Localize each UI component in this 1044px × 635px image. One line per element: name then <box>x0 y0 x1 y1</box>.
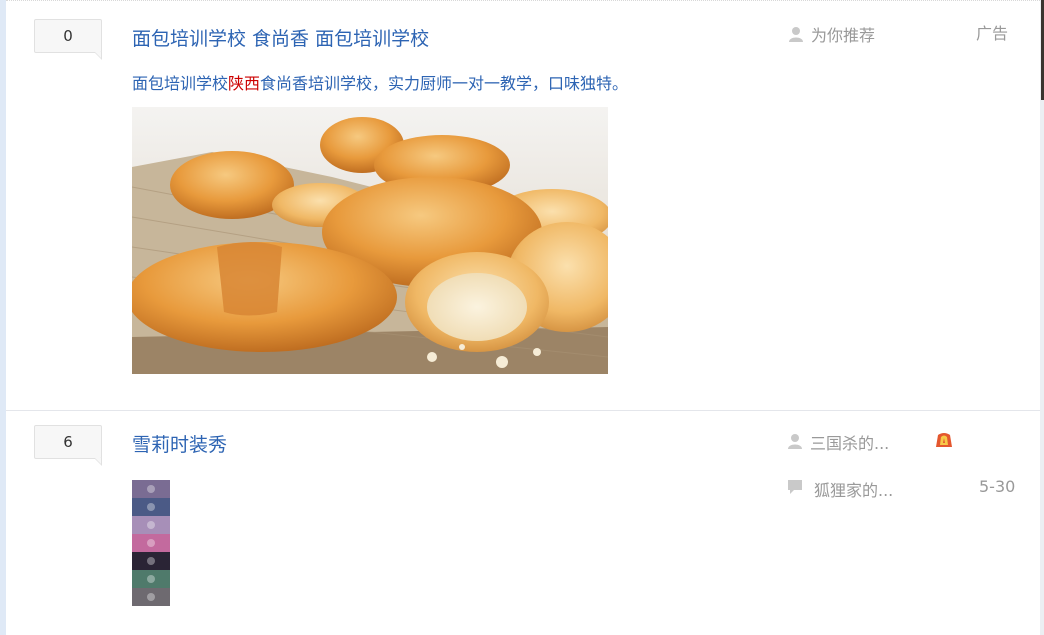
abstract-highlight: 陕西 <box>228 74 261 93</box>
thread-author-link[interactable]: 三国杀的... <box>810 430 889 454</box>
ad-label: 广告 <box>976 24 1009 43</box>
reply-icon <box>788 480 802 494</box>
thread-author-link[interactable]: 为你推荐 <box>811 22 875 46</box>
list-top-divider <box>6 0 1040 1</box>
fashion-thumbnail[interactable] <box>132 480 170 606</box>
flame-badge-icon <box>936 433 952 447</box>
thread-title-link[interactable]: 面包培训学校 食尚香 面包培训学校 <box>132 24 429 51</box>
fashion-thumbnail-image <box>132 480 170 606</box>
page-left-border <box>0 0 6 635</box>
thread-divider <box>6 410 1040 411</box>
abstract-text-rest: 食尚香培训学校，实力厨师一对一教学，口味独特。 <box>260 74 629 93</box>
croissant-photo-image <box>132 107 608 374</box>
abstract-text: 面包培训学校 <box>132 74 229 93</box>
user-icon <box>788 434 802 449</box>
reply-count-badge: 6 <box>34 425 102 466</box>
thread-abstract: 面包培训学校陕西食尚香培训学校，实力厨师一对一教学，口味独特。 <box>132 70 628 94</box>
thread-title-link[interactable]: 雪莉时装秀 <box>132 430 227 457</box>
croissant-photo[interactable] <box>132 107 608 374</box>
user-icon <box>789 27 803 42</box>
last-replier-link[interactable]: 狐狸家的... <box>814 477 893 501</box>
reply-count-badge: 0 <box>34 19 102 60</box>
last-reply-time: 5-30 <box>979 477 1016 496</box>
